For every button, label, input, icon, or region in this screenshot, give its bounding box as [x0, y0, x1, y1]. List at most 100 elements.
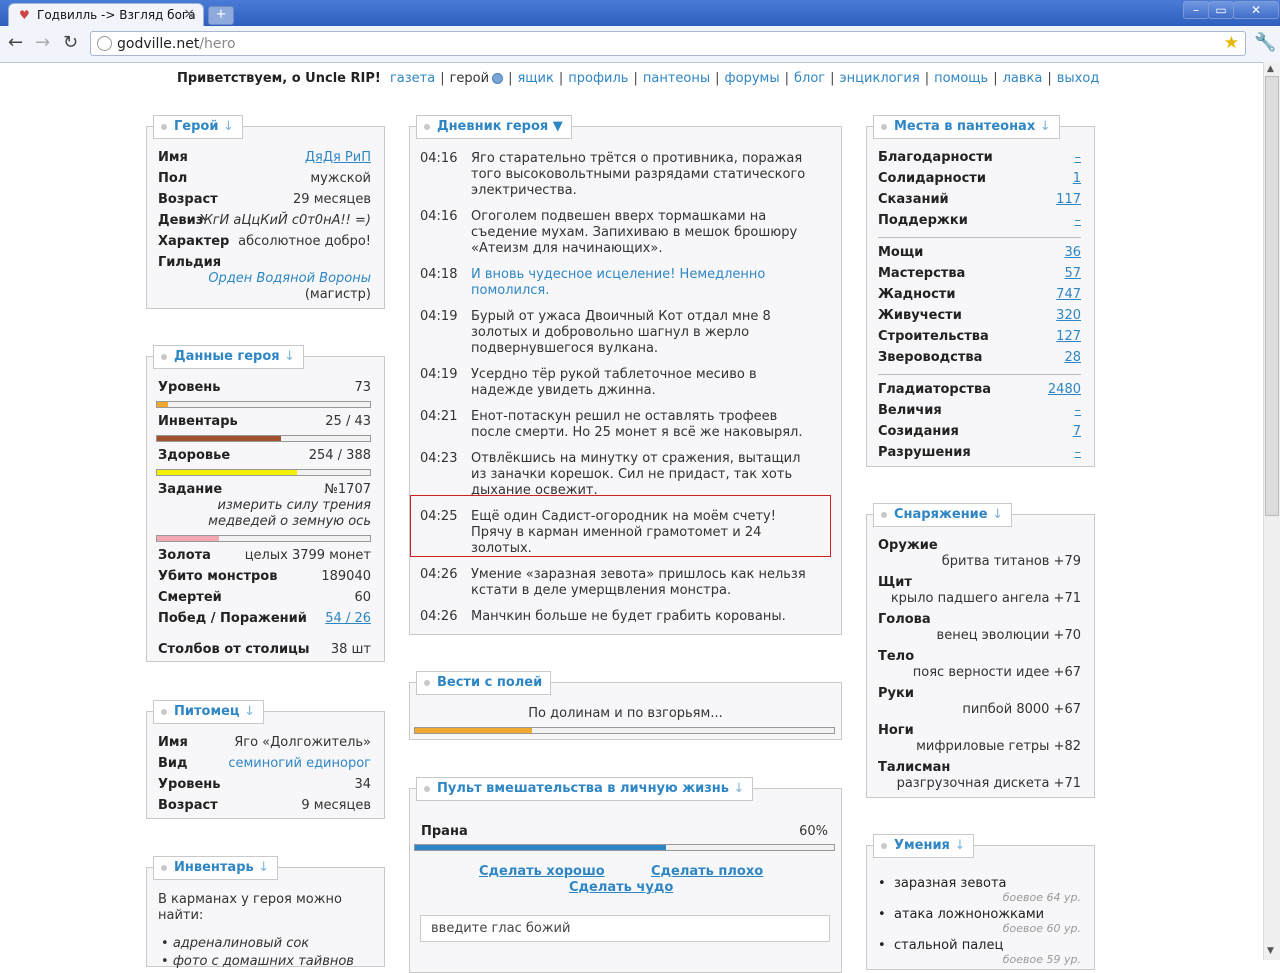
highlight-box	[410, 495, 831, 557]
browser-toolbar: ← → ↻ godville.net/hero ★ 🔧	[0, 26, 1280, 63]
news-progress-fill	[415, 728, 533, 733]
level-label: Уровень	[158, 380, 221, 395]
wrench-icon[interactable]: 🔧	[1254, 32, 1276, 53]
news-progress-bar	[414, 727, 835, 734]
greeting: Приветствуем, о Uncle RIP!	[177, 71, 381, 86]
health-label: Здоровье	[158, 448, 231, 463]
pantheon-label: Гладиаторства	[878, 382, 991, 397]
inventory-intro: В карманах у героя можно найти:	[158, 892, 342, 923]
new-tab-button[interactable]: +	[208, 6, 234, 25]
pet-name-label: Имя	[158, 735, 188, 750]
close-window-button[interactable]: ✕	[1233, 1, 1279, 19]
kills-label: Убито монстров	[158, 569, 278, 584]
god-voice-input[interactable]: введите глас божий	[420, 915, 830, 942]
pantheon-link[interactable]: 747	[1056, 285, 1081, 305]
top-navigation: Приветствуем, о Uncle RIP! газета | герой |…	[177, 71, 1100, 86]
back-icon[interactable]: ←	[8, 32, 23, 53]
nav-box[interactable]: ящик	[517, 71, 553, 86]
pantheon-link[interactable]: 28	[1064, 348, 1081, 368]
site-favicon-icon: ♥	[19, 8, 30, 22]
inventory-block-title[interactable]: Инвентарь ↓	[153, 856, 279, 880]
nav-newspaper[interactable]: газета	[390, 71, 435, 86]
hero-motto-value: ЖгИ аЦцКиЙ с0т0нА!! =)	[198, 213, 371, 228]
scroll-down-icon[interactable]: ▼	[1267, 946, 1274, 956]
nav-forums[interactable]: форумы	[725, 71, 780, 86]
pantheon-link[interactable]: –	[1075, 211, 1082, 231]
pantheon-link[interactable]: 57	[1064, 264, 1081, 284]
do-miracle-button[interactable]: Сделать чудо	[569, 880, 673, 895]
nav-profile[interactable]: профиль	[568, 71, 628, 86]
hero-name-link[interactable]: ДяДя РиП	[305, 148, 371, 168]
nav-hero: герой	[449, 71, 490, 86]
prana-percent: 60%	[799, 824, 828, 839]
collapse-arrow-icon: ↓	[992, 507, 1004, 522]
hero-block-title[interactable]: Герой ↓	[153, 115, 243, 139]
maximize-button[interactable]: ▭	[1208, 1, 1234, 19]
diary-block-title[interactable]: Дневник героя ▼	[416, 115, 572, 139]
pantheon-link[interactable]: –	[1075, 148, 1082, 168]
minimize-button[interactable]: –	[1183, 1, 1209, 19]
nav-help[interactable]: помощь	[934, 71, 988, 86]
pantheon-label: Разрушения	[878, 445, 971, 460]
remote-block-title[interactable]: Пульт вмешательства в личную жизнь ↓	[416, 777, 754, 801]
prana-label: Прана	[421, 824, 468, 839]
pantheon-link[interactable]: 2480	[1048, 380, 1081, 400]
scroll-up-icon[interactable]: ▲	[1267, 64, 1274, 74]
news-block-title[interactable]: Вести с полей	[416, 671, 552, 695]
nav-shop[interactable]: лавка	[1003, 71, 1043, 86]
scroll-thumb[interactable]	[1265, 76, 1279, 516]
bookmark-star-icon[interactable]: ★	[1224, 33, 1239, 53]
inventory-item: • адреналиновый сок	[161, 936, 310, 951]
pantheon-link[interactable]: 1	[1073, 169, 1081, 189]
pet-block-title[interactable]: Питомец ↓	[153, 700, 264, 724]
pantheon-link[interactable]: 7	[1073, 422, 1081, 442]
pet-age-label: Возраст	[158, 798, 218, 813]
level-progress-bar	[156, 401, 371, 408]
equip-item: пипбой 8000 +67	[962, 702, 1081, 717]
browser-tab[interactable]: ♥ Годвилль -> Взгляд бога ×	[8, 3, 204, 26]
page-scrollbar[interactable]: ▲ ▼	[1263, 62, 1280, 960]
do-bad-button[interactable]: Сделать плохо	[651, 864, 763, 879]
hero-gender-value: мужской	[310, 171, 371, 186]
pantheon-link[interactable]: –	[1075, 443, 1082, 463]
pantheon-link[interactable]: 127	[1056, 327, 1081, 347]
pantheon-label: Живучести	[878, 308, 962, 323]
wins-link[interactable]: 54 / 26	[325, 609, 371, 629]
prana-progress-bar	[414, 844, 835, 851]
gold-value: целых 3799 монет	[244, 548, 371, 563]
do-good-button[interactable]: Сделать хорошо	[479, 864, 605, 879]
stats-block-title[interactable]: Данные героя ↓	[153, 345, 305, 369]
pet-level-label: Уровень	[158, 777, 221, 792]
skills-block-title[interactable]: Умения ↓	[873, 834, 975, 858]
pet-kind-link[interactable]: семиногий единорог	[228, 754, 371, 774]
nav-pantheons[interactable]: пантеоны	[643, 71, 710, 86]
level-progress-fill	[157, 402, 168, 407]
pantheon-link[interactable]: 117	[1056, 190, 1081, 210]
pantheon-link[interactable]: –	[1075, 401, 1082, 421]
nav-logout[interactable]: выход	[1057, 71, 1100, 86]
divider	[878, 374, 1081, 375]
pantheon-link[interactable]: 36	[1064, 243, 1081, 263]
address-bar[interactable]: godville.net/hero ★	[90, 31, 1246, 56]
collapse-arrow-icon: ↓	[733, 781, 745, 796]
reload-icon[interactable]: ↻	[63, 32, 78, 53]
pantheon-label: Звероводства	[878, 350, 983, 365]
pantheon-link[interactable]: 320	[1056, 306, 1081, 326]
nav-blog[interactable]: блог	[794, 71, 825, 86]
nav-encyclopedia[interactable]: энциклогия	[840, 71, 920, 86]
deaths-label: Смертей	[158, 590, 222, 605]
hero-name-label: Имя	[158, 150, 188, 165]
remote-block: Пульт вмешательства в личную жизнь ↓ Пра…	[409, 777, 842, 973]
hero-block: Герой ↓ Имя ДяДя РиП Пол мужской Возраст 29…	[146, 115, 385, 309]
pantheons-block-title[interactable]: Места в пантеонах ↓	[873, 115, 1060, 139]
pantheon-label: Созидания	[878, 424, 959, 439]
gold-label: Золота	[158, 548, 211, 563]
forward-icon[interactable]: →	[35, 32, 50, 53]
tab-close-icon[interactable]: ×	[183, 6, 195, 22]
prana-progress-fill	[415, 845, 667, 850]
url-text: godville.net/hero	[117, 36, 236, 52]
pantheon-label: Сказаний	[878, 192, 949, 207]
pet-name-value: Яго «Долгожитель»	[234, 735, 371, 750]
inventory-value: 25 / 43	[325, 414, 371, 429]
equipment-block-title[interactable]: Снаряжение ↓	[873, 503, 1013, 527]
